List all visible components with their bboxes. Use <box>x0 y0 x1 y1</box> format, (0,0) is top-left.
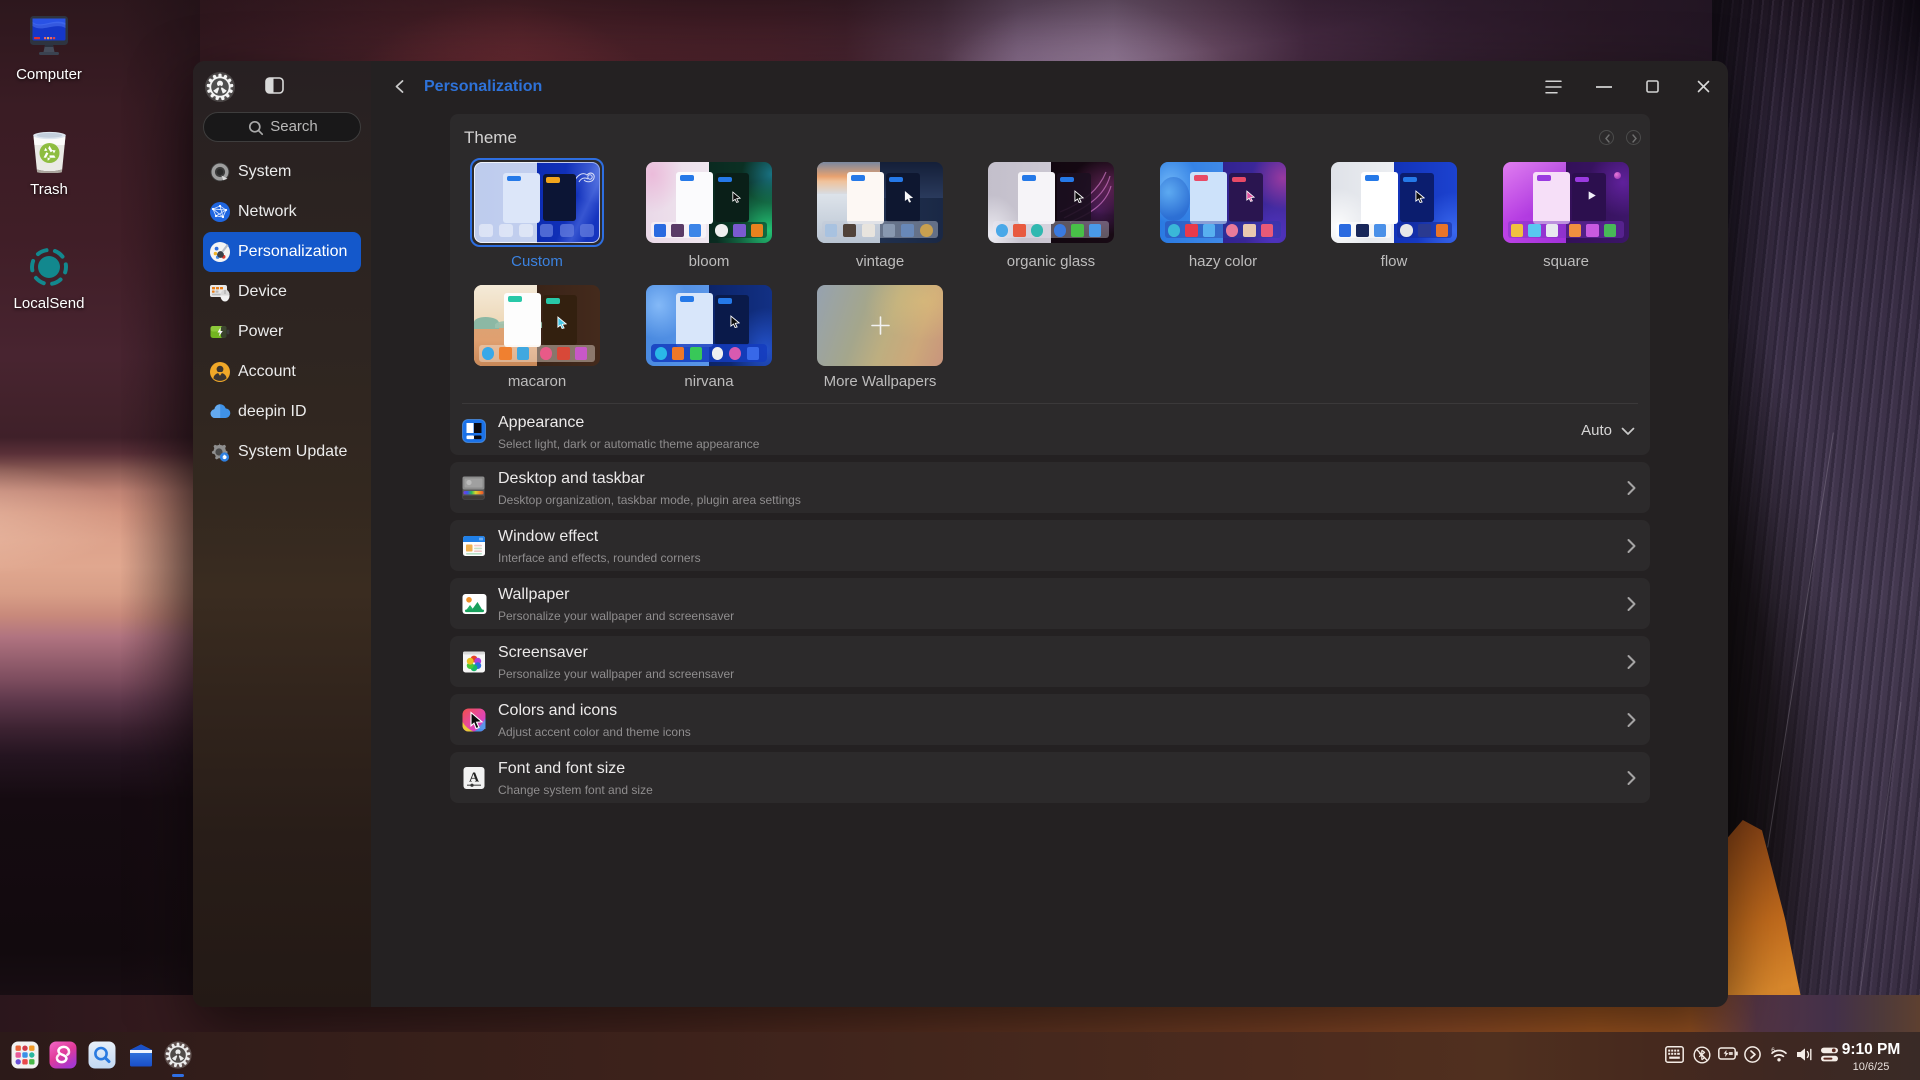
svg-text:A: A <box>469 770 480 785</box>
svg-text:6: 6 <box>1771 1047 1775 1054</box>
